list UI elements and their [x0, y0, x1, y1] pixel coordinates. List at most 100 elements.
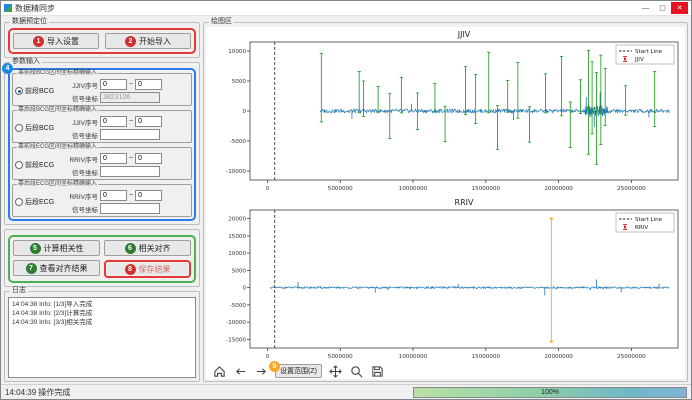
save-icon[interactable]: [371, 364, 385, 378]
set-range-wrap: 9 设置范围(Z): [275, 364, 322, 378]
pan-icon[interactable]: [329, 364, 343, 378]
step-badge-4: 4: [2, 63, 13, 74]
rear-bcg-radio-label: 后段BCG: [25, 123, 54, 133]
import-group: 数据预定位 1 导入设置 2 开始导入: [4, 22, 200, 58]
log-group-title: 日志: [10, 287, 28, 295]
front-ecg-seq-to-input[interactable]: [135, 153, 162, 164]
coord-label: 信号坐标: [64, 130, 98, 140]
svg-text:RRIV: RRIV: [455, 198, 474, 207]
rriv-chart[interactable]: RRIV-15000-10000-50000500010000150002000…: [206, 195, 686, 363]
rear-ecg-seq-from-input[interactable]: [100, 190, 127, 201]
front-bcg-section-title: 靠前段BCG区间坐标精确输入: [17, 70, 98, 77]
seq-label: JJIV序号: [64, 80, 98, 90]
svg-text:RRIV: RRIV: [635, 225, 648, 231]
step-badge-6: 6: [125, 243, 136, 254]
set-range-button[interactable]: 设置范围(Z): [275, 364, 322, 378]
compute-correlation-button[interactable]: 5 计算相关性: [13, 240, 100, 256]
params-highlight-box: 4 靠前段BCG区间坐标精确输入 前段BCG JJIV序号: [8, 68, 196, 221]
svg-text:0: 0: [266, 354, 270, 360]
start-import-button[interactable]: 2 开始导入: [105, 33, 191, 49]
svg-text:10000000: 10000000: [399, 186, 428, 192]
rear-bcg-seq-from-input[interactable]: [100, 116, 127, 127]
rear-ecg-seq-to-input[interactable]: [135, 190, 162, 201]
import-highlight-box: 1 导入设置 2 开始导入: [8, 28, 196, 54]
front-ecg-coord-input[interactable]: [100, 166, 160, 177]
svg-text:15000000: 15000000: [472, 354, 501, 360]
front-ecg-seq-from-input[interactable]: [100, 153, 127, 164]
jjiv-chart[interactable]: JJIV-10000-50000500010000050000001000000…: [206, 27, 686, 195]
window-title: 数据精同步: [15, 3, 637, 14]
rear-bcg-seq-to-input[interactable]: [135, 116, 162, 127]
svg-text:20000: 20000: [228, 217, 246, 223]
import-settings-button[interactable]: 1 导入设置: [13, 33, 99, 49]
status-bar: 14:04:39 操作完成 100%: [1, 384, 691, 399]
front-bcg-radio[interactable]: 前段BCG: [15, 86, 61, 96]
svg-text:5000: 5000: [232, 79, 247, 85]
app-window: 数据精同步 — ▢ ✕ 数据预定位 1 导入设置 2 开始导入: [0, 0, 692, 400]
step-badge-7: 7: [26, 263, 37, 274]
rear-ecg-radio[interactable]: 后段ECG: [15, 197, 61, 207]
svg-text:5000000: 5000000: [328, 354, 353, 360]
svg-text:-5000: -5000: [230, 139, 247, 145]
front-ecg-radio[interactable]: 前段ECG: [15, 160, 61, 170]
correlation-align-button[interactable]: 6 相关对齐: [104, 240, 191, 256]
rear-bcg-coord-input[interactable]: [100, 129, 160, 140]
view-align-result-label: 查看对齐结果: [40, 263, 88, 274]
matplotlib-toolbar: 9 设置范围(Z): [206, 363, 685, 379]
view-align-result-button[interactable]: 7 查看对齐结果: [13, 260, 100, 276]
step-badge-1: 1: [33, 36, 44, 47]
svg-text:Start Line: Start Line: [635, 217, 663, 223]
svg-text:10000000: 10000000: [399, 354, 428, 360]
save-result-button[interactable]: 8 保存结果: [107, 263, 188, 275]
svg-text:Start Line: Start Line: [635, 49, 663, 55]
front-bcg-coord-input[interactable]: [100, 92, 160, 103]
rear-ecg-section: 靠后段ECG区间坐标精确输入 后段ECG RRIV序号 ~: [12, 184, 192, 217]
main-area: 数据预定位 1 导入设置 2 开始导入 参数输入 4: [1, 16, 691, 384]
figure-canvas: JJIV-10000-50000500010000050000001000000…: [206, 27, 685, 379]
zoom-icon[interactable]: [350, 364, 364, 378]
rear-ecg-section-title: 靠后段ECG区间坐标精确输入: [17, 181, 98, 188]
front-bcg-radio-label: 前段BCG: [25, 86, 54, 96]
svg-text:-5000: -5000: [230, 303, 247, 309]
log-line: 14:04:38 Info: [1/3]导入完成: [12, 300, 192, 309]
close-button[interactable]: ✕: [671, 2, 688, 14]
actions-group: 5 计算相关性 6 相关对齐 7 查看对齐结果 8 保存结果: [4, 229, 200, 287]
svg-text:-10000: -10000: [226, 169, 246, 175]
svg-text:5000: 5000: [232, 268, 247, 274]
minimize-button[interactable]: —: [637, 2, 654, 14]
front-bcg-seq-to-input[interactable]: [135, 79, 162, 90]
front-bcg-section: 靠前段BCG区间坐标精确输入 前段BCG JJIV序号 ~: [12, 73, 192, 106]
radio-icon: [15, 161, 23, 169]
import-group-title: 数据预定位: [10, 18, 49, 26]
rear-ecg-coord-input[interactable]: [100, 203, 160, 214]
svg-text:25000000: 25000000: [617, 354, 646, 360]
log-line: 14:04:39 Info: [3/3]相关完成: [12, 318, 192, 327]
front-bcg-seq-from-input[interactable]: [100, 79, 127, 90]
step-badge-5: 5: [30, 243, 41, 254]
window-controls: — ▢ ✕: [637, 2, 688, 14]
svg-text:10000: 10000: [228, 49, 246, 55]
coord-label: 信号坐标: [64, 93, 98, 103]
front-ecg-section-title: 靠前段ECG区间坐标精确输入: [17, 144, 98, 151]
step-badge-9: 9: [269, 361, 280, 372]
forward-icon[interactable]: [254, 364, 268, 378]
log-list[interactable]: 14:04:38 Info: [1/3]导入完成 14:04:38 Info: …: [8, 297, 196, 378]
seq-label: RRIV序号: [64, 191, 98, 201]
range-separator: ~: [129, 192, 133, 199]
svg-text:25000000: 25000000: [617, 186, 646, 192]
home-icon[interactable]: [212, 364, 226, 378]
correlation-align-label: 相关对齐: [139, 243, 171, 254]
coord-label: 信号坐标: [64, 167, 98, 177]
rear-bcg-radio[interactable]: 后段BCG: [15, 123, 61, 133]
svg-text:-15000: -15000: [226, 337, 246, 343]
radio-icon: [15, 198, 23, 206]
back-icon[interactable]: [233, 364, 247, 378]
radio-icon: [15, 124, 23, 132]
svg-text:0: 0: [266, 186, 270, 192]
save-highlight-box: 8 保存结果: [104, 260, 191, 278]
maximize-button[interactable]: ▢: [654, 2, 671, 14]
log-group: 日志 14:04:38 Info: [1/3]导入完成 14:04:38 Inf…: [4, 291, 200, 382]
front-ecg-section: 靠前段ECG区间坐标精确输入 前段ECG RRIV序号 ~: [12, 147, 192, 180]
progress-label: 100%: [541, 389, 559, 396]
front-ecg-radio-label: 前段ECG: [25, 160, 54, 170]
